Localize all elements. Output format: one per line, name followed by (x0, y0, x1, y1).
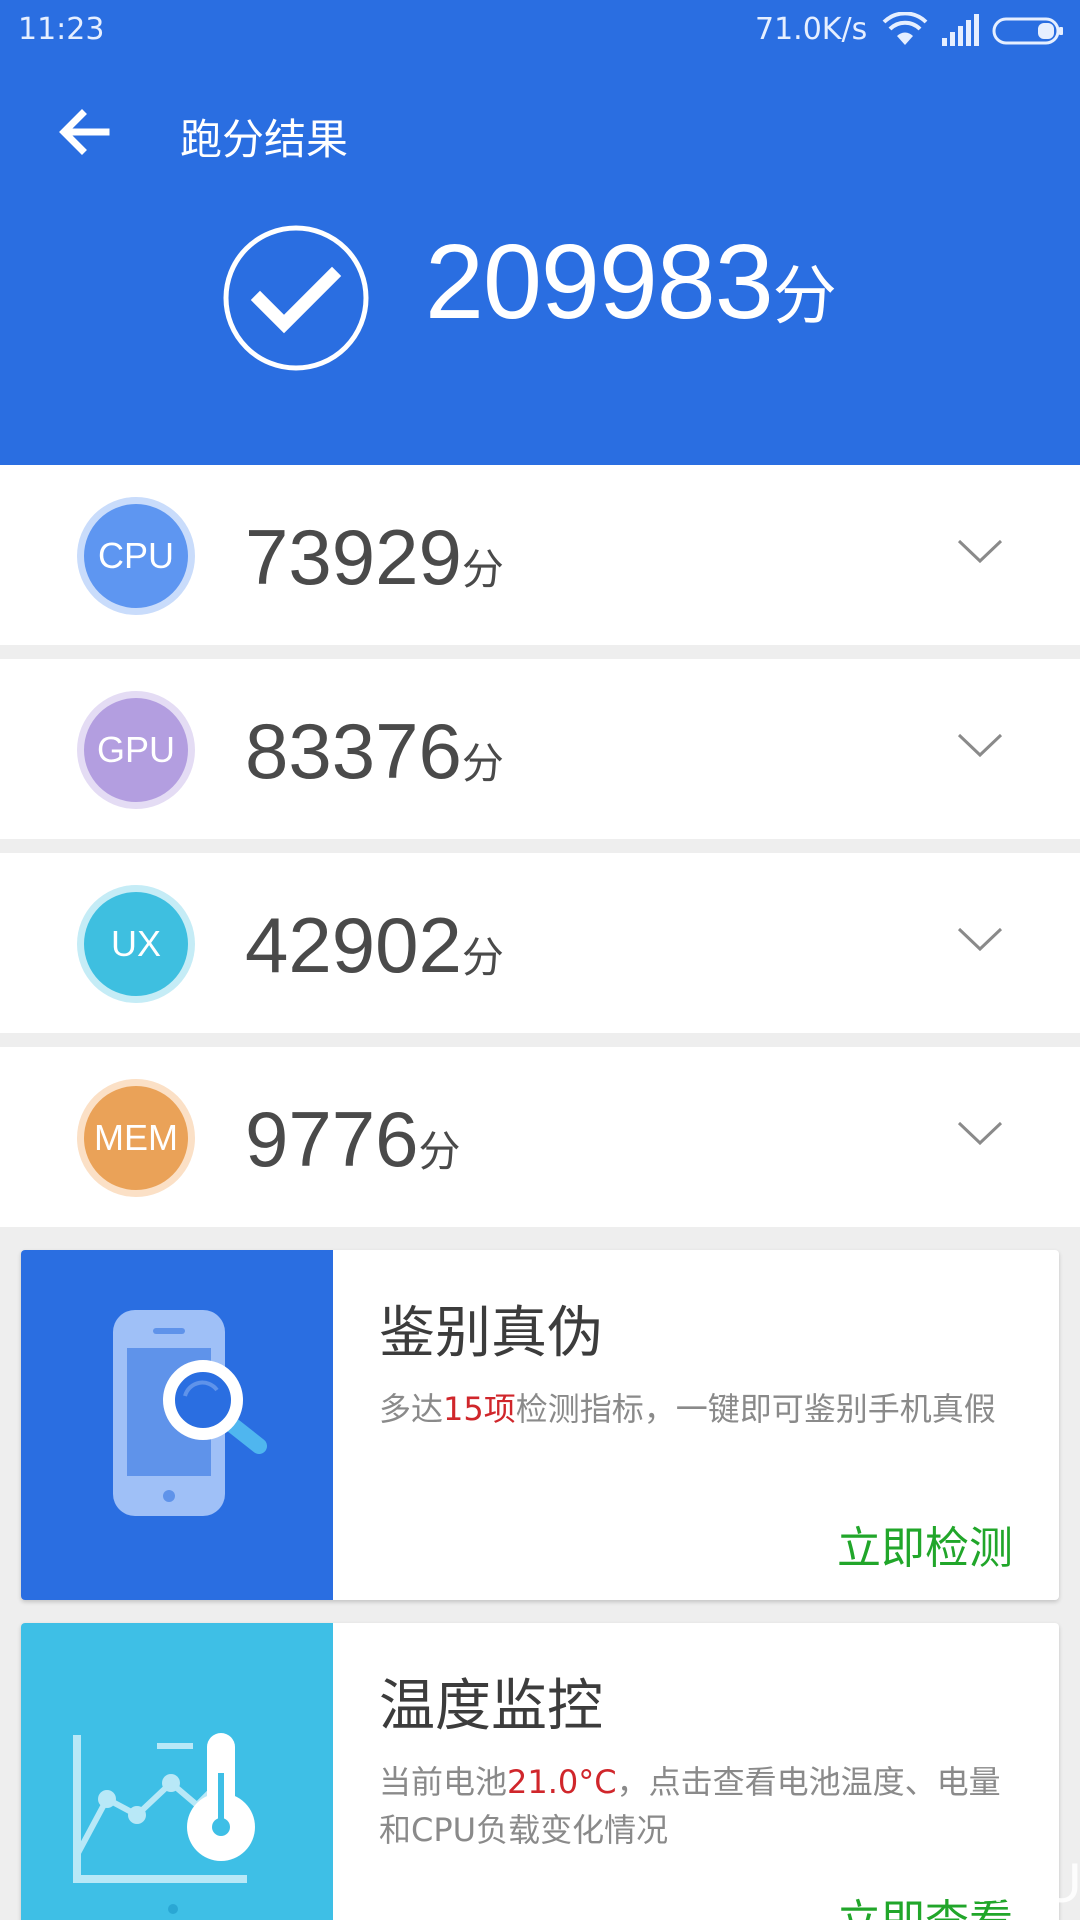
chevron-down-icon[interactable] (955, 727, 1005, 763)
total-score-value: 209983 (425, 223, 774, 341)
ux-badge-label: UX (84, 892, 188, 996)
gpu-score-unit: 分 (461, 739, 504, 788)
score-list: CPU 73929分 GPU 83376分 UX 42902分 MEM 9776… (0, 465, 1080, 1227)
cpu-score-value: 73929 (245, 513, 462, 601)
back-arrow-icon[interactable] (52, 100, 116, 164)
desc-highlight: 21.0°C (507, 1763, 617, 1801)
gpu-badge: GPU (77, 691, 195, 809)
mem-score-value: 9776 (245, 1095, 419, 1183)
gpu-badge-label: GPU (84, 698, 188, 802)
battery-icon (992, 17, 1063, 45)
cpu-badge-label: CPU (84, 504, 188, 608)
check-circle-icon (223, 225, 369, 371)
score-row-mem[interactable]: MEM 9776分 (0, 1047, 1080, 1227)
ux-score-value: 42902 (245, 901, 462, 989)
card-title: 温度监控 (379, 1674, 603, 1739)
card-description: 多达15项检测指标，一键即可鉴别手机真假 (379, 1385, 1019, 1433)
mem-score: 9776分 (245, 1089, 461, 1189)
desc-highlight: 15项 (443, 1390, 516, 1428)
authenticity-check-card[interactable]: 鉴别真伪 多达15项检测指标，一键即可鉴别手机真假 立即检测 (21, 1250, 1059, 1600)
card-description: 当前电池21.0°C，点击查看电池温度、电量和CPU负载变化情况 (379, 1758, 1019, 1854)
card-art-authenticity (21, 1250, 333, 1600)
cpu-badge: CPU (77, 497, 195, 615)
phone-search-icon (113, 1310, 267, 1516)
desc-text-post: 检测指标，一键即可鉴别手机真假 (515, 1390, 996, 1428)
cpu-score: 73929分 (245, 507, 504, 607)
mem-score-unit: 分 (418, 1127, 461, 1176)
ux-badge: UX (77, 885, 195, 1003)
ux-score-unit: 分 (461, 933, 504, 982)
chevron-down-icon[interactable] (955, 533, 1005, 569)
score-row-ux[interactable]: UX 42902分 (0, 853, 1080, 1033)
temperature-monitor-card[interactable]: 温度监控 当前电池21.0°C，点击查看电池温度、电量和CPU负载变化情况 立即… (21, 1623, 1059, 1920)
benchmark-result-screen: 11:23 71.0K/s 跑分结果 209983分 CPU 73929分 GP… (0, 0, 1080, 1920)
thermometer-chart-icon (73, 1733, 255, 1914)
chevron-down-icon[interactable] (955, 921, 1005, 957)
miui-watermark: MIUI (975, 1851, 1080, 1914)
header: 11:23 71.0K/s 跑分结果 209983分 (0, 0, 1080, 465)
gpu-score-value: 83376 (245, 707, 462, 795)
gpu-score: 83376分 (245, 701, 504, 801)
card-art-temperature (21, 1623, 333, 1920)
card-title: 鉴别真伪 (379, 1301, 603, 1366)
status-bar: 11:23 71.0K/s (0, 0, 1080, 64)
mem-badge-label: MEM (84, 1086, 188, 1190)
signal-icon (942, 14, 979, 46)
desc-text-pre: 多达 (379, 1390, 444, 1428)
score-row-gpu[interactable]: GPU 83376分 (0, 659, 1080, 839)
chevron-down-icon[interactable] (955, 1115, 1005, 1151)
network-speed: 71.0K/s (755, 12, 868, 47)
total-score-unit: 分 (772, 260, 837, 334)
detect-now-button[interactable]: 立即检测 (837, 1512, 1013, 1576)
page-title: 跑分结果 (180, 115, 349, 164)
status-time: 11:23 (18, 12, 105, 47)
cpu-score-unit: 分 (461, 545, 504, 594)
total-score: 209983分 (425, 222, 837, 342)
ux-score: 42902分 (245, 895, 504, 995)
desc-text-pre: 当前电池 (379, 1763, 508, 1801)
mem-badge: MEM (77, 1079, 195, 1197)
wifi-icon (882, 12, 928, 45)
score-row-cpu[interactable]: CPU 73929分 (0, 465, 1080, 645)
